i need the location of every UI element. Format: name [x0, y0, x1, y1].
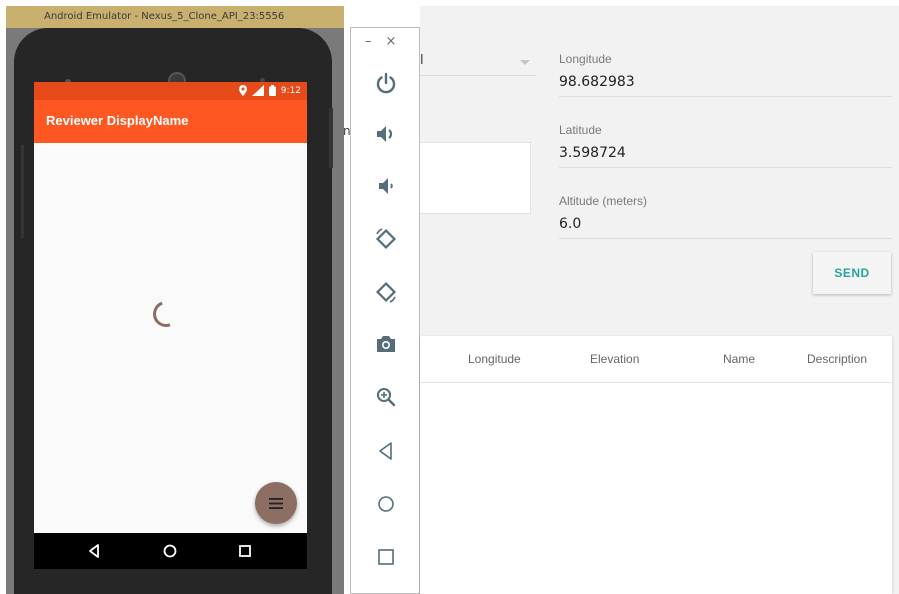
longitude-underline — [559, 96, 892, 97]
volume-down-icon[interactable] — [373, 173, 399, 199]
app-bar: Reviewer DisplayName — [34, 100, 307, 143]
close-button[interactable]: × — [386, 34, 397, 49]
menu-fab-button[interactable] — [255, 482, 297, 524]
nav-overview-icon[interactable] — [236, 542, 254, 560]
emulator-title-bar: Android Emulator - Nexus_5_Clone_API_23:… — [6, 6, 344, 28]
select-value: l — [420, 53, 424, 68]
power-icon[interactable] — [373, 70, 399, 96]
hidden-label-fragment: n — [343, 124, 351, 138]
nav-bar — [34, 533, 307, 569]
rotate-right-icon[interactable] — [373, 279, 399, 305]
status-bar: 9:12 — [34, 82, 307, 100]
menu-icon — [269, 497, 283, 509]
zoom-icon[interactable] — [373, 384, 399, 410]
app-title: Reviewer DisplayName — [46, 113, 189, 128]
rotate-left-icon[interactable] — [373, 226, 399, 252]
locations-table: Longitude Elevation Name Description — [420, 336, 892, 594]
altitude-underline — [559, 238, 892, 239]
status-time: 9:12 — [280, 85, 301, 96]
location-form-area: n l Longitude 98.682983 Latitude 3.59872… — [343, 6, 899, 594]
select-underline — [420, 75, 536, 76]
column-header-name[interactable]: Name — [723, 352, 755, 366]
phone-side-button — [21, 145, 24, 238]
nav-back-icon[interactable] — [86, 542, 104, 560]
minimize-button[interactable]: – — [365, 34, 372, 49]
column-header-description[interactable]: Description — [807, 352, 867, 366]
latitude-field[interactable]: Latitude 3.598724 — [559, 123, 892, 168]
latitude-value[interactable]: 3.598724 — [559, 145, 892, 161]
longitude-field[interactable]: Longitude 98.682983 — [559, 52, 892, 97]
loading-spinner-icon — [148, 296, 184, 332]
column-header-longitude[interactable]: Longitude — [468, 352, 521, 366]
device-screen[interactable]: 9:12 Reviewer DisplayName — [34, 82, 307, 569]
home-icon[interactable] — [373, 491, 399, 517]
longitude-label: Longitude — [559, 52, 612, 66]
camera-icon[interactable] — [373, 331, 399, 357]
phone-power-button — [329, 108, 333, 168]
altitude-field[interactable]: Altitude (meters) 6.0 — [559, 194, 892, 239]
emulator-window: Android Emulator - Nexus_5_Clone_API_23:… — [6, 6, 344, 594]
latitude-underline — [559, 167, 892, 168]
emulator-toolbar: – × — [350, 27, 420, 594]
longitude-value[interactable]: 98.682983 — [559, 74, 892, 90]
send-button[interactable]: SEND — [813, 252, 891, 294]
nav-home-icon[interactable] — [161, 542, 179, 560]
text-area[interactable] — [420, 142, 531, 214]
battery-icon — [268, 85, 276, 96]
altitude-value[interactable]: 6.0 — [559, 216, 892, 232]
signal-icon — [251, 85, 264, 96]
back-icon[interactable] — [373, 438, 399, 464]
volume-up-icon[interactable] — [373, 121, 399, 147]
latitude-label: Latitude — [559, 123, 602, 137]
location-icon — [238, 85, 247, 96]
column-header-elevation[interactable]: Elevation — [590, 352, 639, 366]
overview-icon[interactable] — [373, 544, 399, 570]
dropdown-arrow-icon[interactable] — [520, 60, 530, 65]
altitude-label: Altitude (meters) — [559, 194, 648, 208]
table-header-divider — [420, 382, 892, 383]
